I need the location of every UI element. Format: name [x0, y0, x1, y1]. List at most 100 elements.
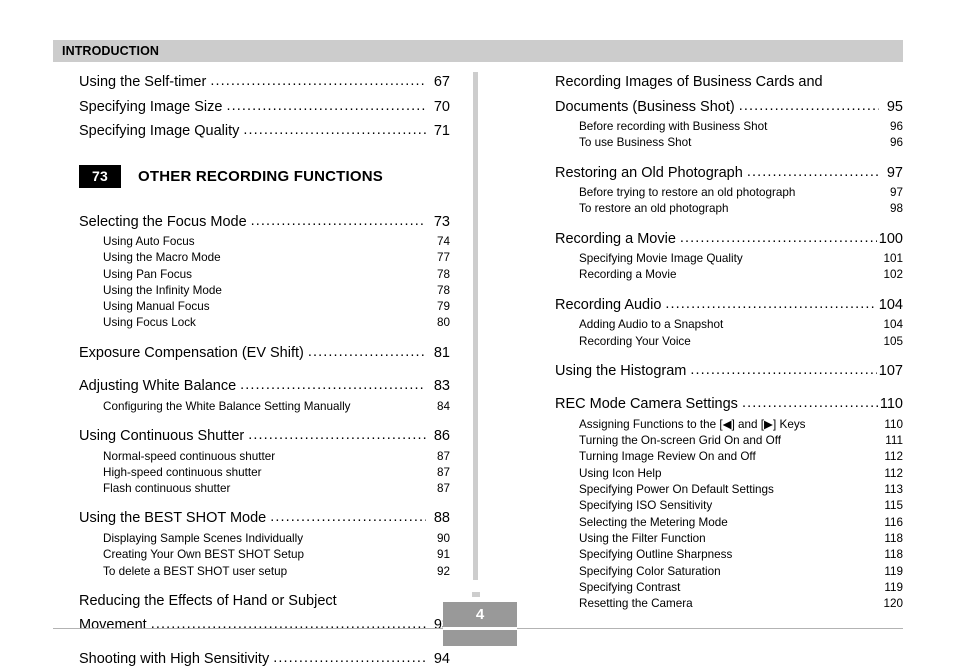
toc-entry-label: Using Manual Focus [103, 300, 210, 314]
toc-subsection-entry[interactable]: Creating Your Own BEST SHOT Setup 91 [79, 547, 450, 563]
toc-section-entry[interactable]: Using the Self-timer 67 [79, 70, 450, 95]
toc-entry-label: Specifying Power On Default Settings [579, 483, 774, 497]
toc-subsection-entry[interactable]: Specifying Power On Default Settings 113 [555, 482, 903, 498]
toc-section-entry[interactable]: Using the BEST SHOT Mode 88 [79, 506, 450, 531]
toc-entry-page-number: 116 [884, 515, 903, 529]
dot-leader [273, 646, 426, 671]
toc-subsection-entry[interactable]: Adding Audio to a Snapshot 104 [555, 317, 903, 333]
toc-section-entry[interactable]: Restoring an Old Photograph 97 [555, 161, 903, 186]
chapter-number-badge: 73 [79, 164, 121, 188]
toc-section-entry[interactable]: Using Continuous Shutter 86 [79, 424, 450, 449]
toc-entry-label: Using Auto Focus [103, 235, 195, 248]
toc-subsection-entry[interactable]: Displaying Sample Scenes Individually 90 [79, 531, 450, 547]
toc-section-entry[interactable]: Adjusting White Balance 83 [79, 374, 450, 399]
toc-entry-label: To delete a BEST SHOT user setup [103, 564, 288, 578]
toc-subsection-entry[interactable]: Specifying ISO Sensitivity 115 [555, 498, 903, 514]
toc-subsection-entry[interactable]: Before trying to restore an old photogra… [555, 185, 903, 201]
toc-subsection-entry[interactable]: Using Manual Focus 79 [79, 299, 450, 315]
toc-entry-label: REC Mode Camera Settings [555, 396, 738, 413]
toc-entry-page-number: 80 [436, 316, 450, 330]
toc-subsection-entry[interactable]: Before recording with Business Shot 96 [555, 119, 903, 135]
toc-section-entry[interactable]: Exposure Compensation (EV Shift) 81 [79, 341, 450, 366]
toc-subsection-entry[interactable]: Specifying Outline Sharpness 118 [555, 547, 903, 563]
toc-entry-page-number: 96 [889, 120, 903, 133]
dot-leader [240, 373, 426, 398]
toc-entry-page-number: 119 [884, 580, 903, 594]
toc-entry-page-number: 92 [436, 564, 450, 578]
toc-subsection-entry[interactable]: Resetting the Camera 120 [555, 596, 903, 612]
toc-entry-label: Configuring the White Balance Setting Ma… [103, 399, 351, 413]
toc-subsection-entry[interactable]: Specifying Movie Image Quality 101 [555, 251, 903, 267]
toc-entry-page-number: 87 [436, 449, 450, 463]
toc-subsection-entry[interactable]: To use Business Shot 96 [555, 135, 903, 151]
toc-entry-page-number: 67 [433, 74, 450, 90]
toc-subsection-entry[interactable]: To delete a BEST SHOT user setup 92 [79, 564, 450, 580]
toc-entry-page-number: 74 [436, 235, 450, 248]
toc-right-column: Recording Images of Business Cards and Do… [555, 70, 903, 612]
toc-section-entry[interactable]: Shooting with High Sensitivity 94 [79, 647, 450, 671]
toc-entry-label: Specifying Color Saturation [579, 564, 721, 578]
toc-entry-label: Specifying Contrast [579, 580, 681, 594]
toc-subsection-entry[interactable]: Turning Image Review On and Off 112 [555, 449, 903, 465]
toc-subsection-entry[interactable]: Using Auto Focus 74 [79, 234, 450, 250]
toc-entry-page-number: 78 [436, 267, 450, 281]
dot-leader [251, 209, 426, 234]
toc-entry-page-number: 79 [436, 300, 450, 314]
toc-entry-label: Specifying ISO Sensitivity [579, 499, 713, 513]
chapter-heading[interactable]: 73 OTHER RECORDING FUNCTIONS [79, 164, 450, 188]
page-title: INTRODUCTION [62, 44, 160, 58]
toc-entry-label: Adjusting White Balance [79, 378, 237, 395]
toc-entry-page-number: 102 [883, 268, 903, 282]
toc-entry-label: Selecting the Metering Mode [579, 515, 728, 529]
toc-subsection-entry[interactable]: Using the Filter Function 118 [555, 531, 903, 547]
toc-section-entry[interactable]: Documents (Business Shot) 95 [555, 95, 903, 120]
toc-section-entry[interactable]: REC Mode Camera Settings 110 [555, 392, 903, 417]
toc-subsection-entry[interactable]: Assigning Functions to the [◀] and [▶] K… [555, 417, 903, 433]
toc-subsection-entry[interactable]: High-speed continuous shutter 87 [79, 465, 450, 481]
toc-entry-label: Creating Your Own BEST SHOT Setup [103, 548, 304, 562]
toc-entry-label: Before recording with Business Shot [579, 120, 768, 133]
toc-subsection-entry[interactable]: Specifying Color Saturation 119 [555, 564, 903, 580]
toc-subsection-entry[interactable]: Using Pan Focus 78 [79, 267, 450, 283]
toc-entry-page-number: 107 [878, 362, 903, 379]
toc-section-entry[interactable]: Movement93 [79, 613, 450, 638]
toc-subsection-entry[interactable]: Recording a Movie 102 [555, 267, 903, 283]
toc-section-entry[interactable]: Selecting the Focus Mode 73 [79, 210, 450, 235]
toc-subsection-entry[interactable]: Turning the On-screen Grid On and Off 111 [555, 433, 903, 449]
toc-entry-page-number: 112 [884, 450, 903, 464]
toc-entry-label: Turning Image Review On and Off [579, 450, 756, 464]
toc-subsection-entry[interactable]: Configuring the White Balance Setting Ma… [79, 399, 450, 415]
toc-subsection-entry[interactable]: Recording Your Voice 105 [555, 334, 903, 350]
toc-subsection-entry[interactable]: Using Focus Lock 80 [79, 315, 450, 331]
toc-subsection-entry[interactable]: To restore an old photograph 98 [555, 201, 903, 217]
toc-subsection-entry[interactable]: Specifying Contrast 119 [555, 580, 903, 596]
toc-entry-label: Recording Audio [555, 296, 662, 313]
toc-subsection-entry[interactable]: Flash continuous shutter 87 [79, 481, 450, 497]
toc-subsection-entry[interactable]: Using the Infinity Mode 78 [79, 283, 450, 299]
toc-subsection-entry[interactable]: Selecting the Metering Mode 116 [555, 515, 903, 531]
toc-section-entry[interactable]: Using the Histogram 107 [555, 359, 903, 384]
toc-entry-page-number: 83 [433, 378, 450, 395]
toc-section-entry[interactable]: Specifying Image Quality 71 [79, 119, 450, 144]
toc-section-entry[interactable]: Recording a Movie 100 [555, 227, 903, 252]
toc-section-entry[interactable]: Recording Audio 104 [555, 293, 903, 318]
toc-subsection-entry[interactable]: Using Icon Help 112 [555, 466, 903, 482]
toc-entry-page-number: 84 [436, 399, 450, 413]
toc-entry-label: To use Business Shot [579, 136, 692, 150]
toc-subsection-entry[interactable]: Normal-speed continuous shutter 87 [79, 449, 450, 465]
dot-leader [739, 94, 879, 119]
toc-section-entry[interactable]: Specifying Image Size 70 [79, 95, 450, 120]
toc-entry-page-number: 71 [433, 123, 450, 139]
dot-leader [248, 423, 426, 448]
toc-entry-label: Flash continuous shutter [103, 482, 231, 496]
toc-entry-page-number: 101 [883, 252, 903, 266]
toc-entry-page-number: 81 [433, 344, 450, 361]
page-header-bar: INTRODUCTION [53, 40, 903, 62]
footer-page-number: 4 [475, 606, 485, 623]
toc-subsection-entry[interactable]: Using the Macro Mode 77 [79, 250, 450, 266]
dot-leader [665, 292, 876, 317]
toc-entry-page-number: 104 [883, 318, 903, 332]
